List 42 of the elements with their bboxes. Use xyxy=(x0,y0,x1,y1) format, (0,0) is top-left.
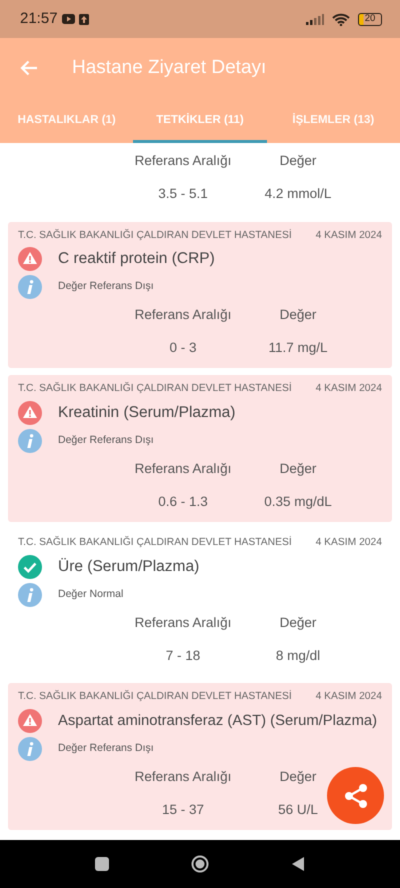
column-label: Değer xyxy=(278,460,318,478)
status-note: Değer Referans Dışı xyxy=(58,433,154,448)
hospital-name: T.C. SAĞLIK BAKANLIĞI ÇALDIRAN DEVLET HASTANESİ xyxy=(18,381,292,396)
clock: 21:57 xyxy=(20,8,58,29)
date: 4 KASIM 2024 xyxy=(316,228,382,242)
test-name: Aspartat aminotransferaz (AST) (Serum/Plazma) xyxy=(58,712,378,731)
battery-indicator: 20 xyxy=(358,12,382,26)
test-name: C reaktif protein (CRP) xyxy=(58,249,215,270)
screen-title: Hastane Ziyaret Detayı xyxy=(72,56,266,80)
column-label: Referans Aralığı xyxy=(134,614,232,632)
column-label: Referans Aralığı xyxy=(134,152,232,170)
tab[interactable]: TETKİKLER (11) xyxy=(133,98,267,143)
column-label: Referans Aralığı xyxy=(134,306,232,324)
column-label: Değer xyxy=(278,152,318,170)
date: 4 KASIM 2024 xyxy=(316,690,382,704)
reference-range: 0 - 3 xyxy=(168,339,198,358)
reference-range: 15 - 37 xyxy=(160,801,206,819)
test-name: Üre (Serum/Plazma) xyxy=(58,557,200,578)
reference-range: 3.5 - 5.1 xyxy=(157,185,209,204)
column-label: Değer xyxy=(278,306,318,324)
tab[interactable]: HASTALIKLAR (1) xyxy=(0,98,134,143)
result-value: 11.7 mg/L xyxy=(267,339,329,358)
date: 4 KASIM 2024 xyxy=(316,536,382,550)
reference-range: 0.6 - 1.3 xyxy=(157,493,209,512)
column-label: Değer xyxy=(278,614,318,632)
tab[interactable]: İŞLEMLER (13) xyxy=(266,98,400,143)
result-value: 4.2 mmol/L xyxy=(264,185,332,204)
hospital-name: T.C. SAĞLIK BAKANLIĞI ÇALDIRAN DEVLET HASTANESİ xyxy=(18,228,292,242)
status-note: Değer Referans Dışı xyxy=(58,279,154,294)
result-value: 8 mg/dl xyxy=(274,647,322,666)
status-note: Değer Referans Dışı xyxy=(58,740,154,756)
column-label: Referans Aralığı xyxy=(134,768,232,786)
column-label: Referans Aralığı xyxy=(134,460,232,478)
result-value: 56 U/L xyxy=(277,801,319,819)
hospital-name: T.C. SAĞLIK BAKANLIĞI ÇALDIRAN DEVLET HASTANESİ xyxy=(18,689,292,704)
hospital-name: T.C. SAĞLIK BAKANLIĞI ÇALDIRAN DEVLET HASTANESİ xyxy=(18,535,292,550)
result-value: 0.35 mg/dL xyxy=(263,493,333,512)
date: 4 KASIM 2024 xyxy=(316,382,382,396)
status-note: Değer Normal xyxy=(58,586,124,602)
reference-range: 7 - 18 xyxy=(164,647,202,666)
column-label: Değer xyxy=(278,768,318,786)
test-name: Kreatinin (Serum/Plazma) xyxy=(58,403,236,424)
